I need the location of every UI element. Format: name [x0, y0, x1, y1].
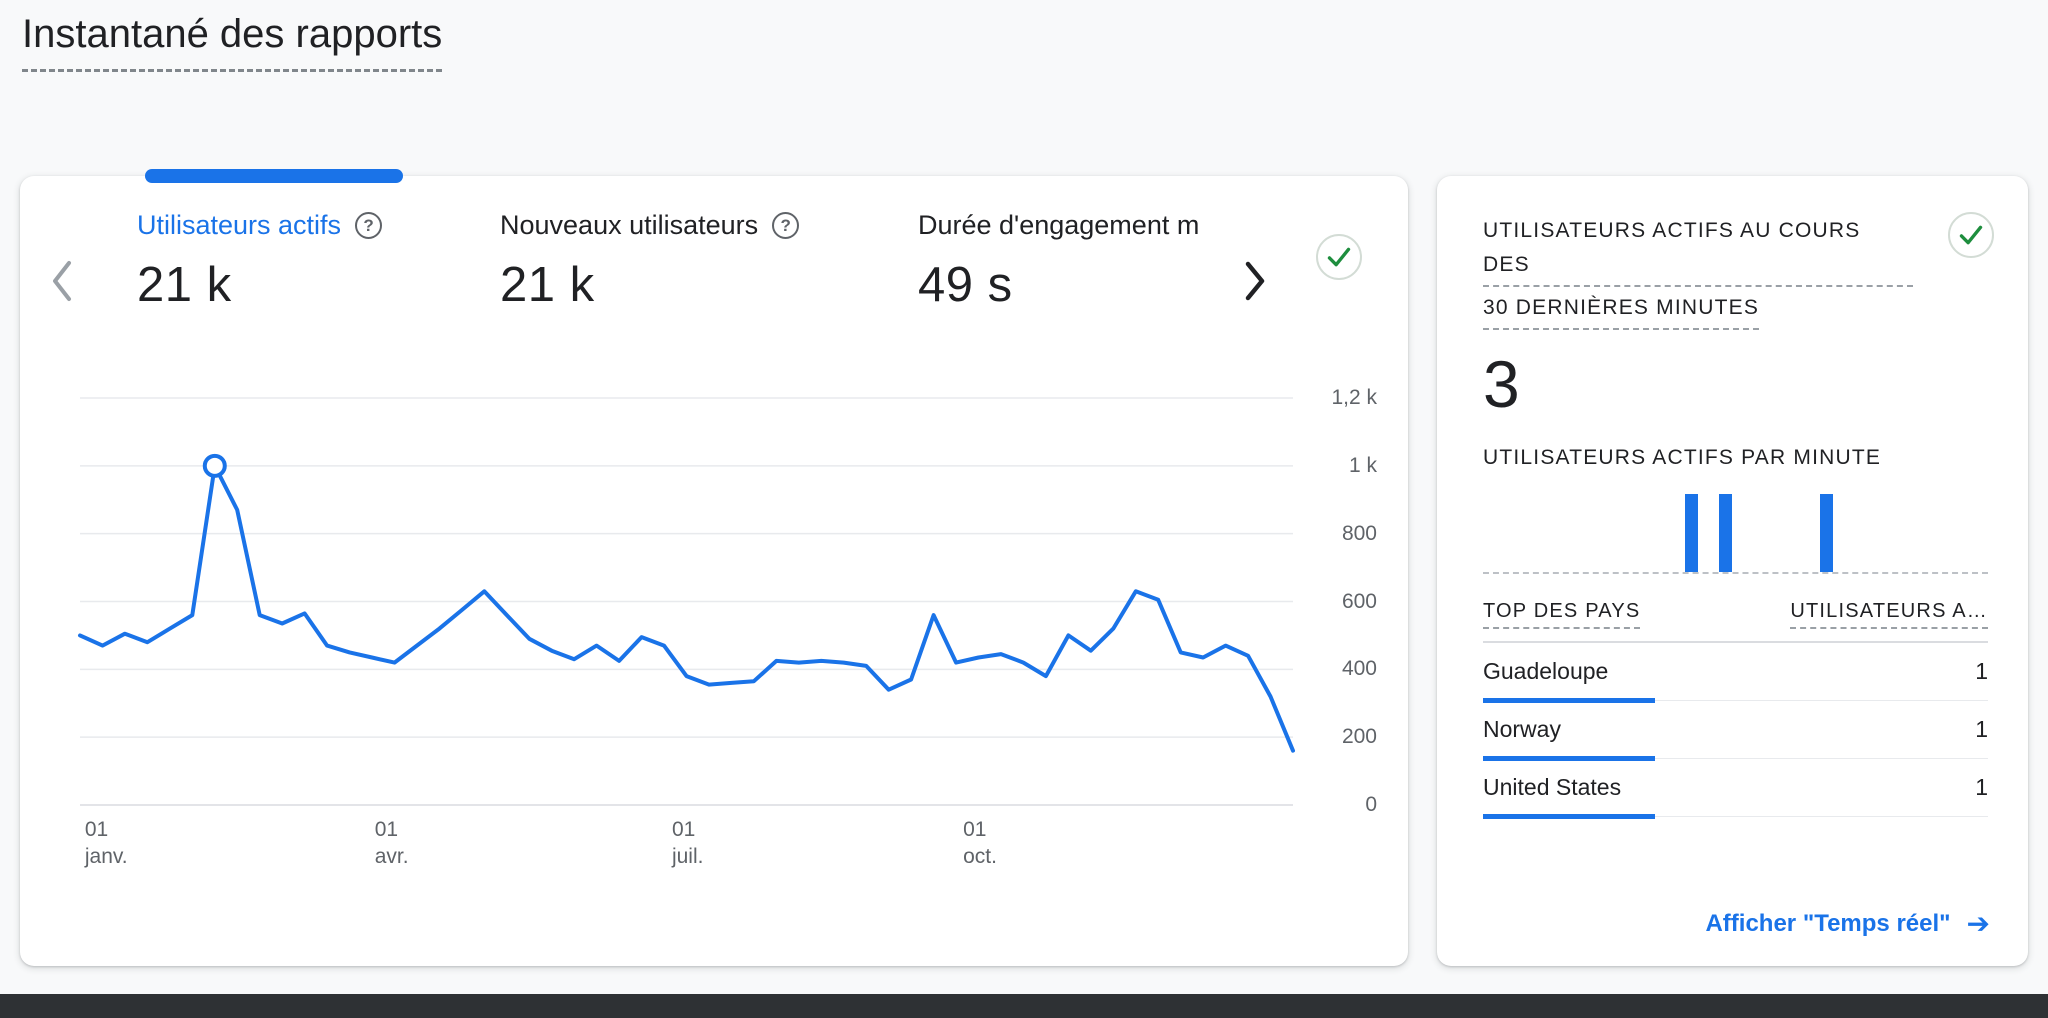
metric-value: 21 k	[137, 257, 382, 313]
country-bar	[1483, 814, 1655, 819]
country-bar	[1483, 698, 1655, 703]
help-icon[interactable]: ?	[772, 212, 799, 239]
country-bar	[1483, 756, 1655, 761]
x-axis-labels: 01 janv. 01 avr. 01 juil. 01 oct.	[80, 816, 1293, 876]
y-axis-label: 0	[1365, 793, 1377, 817]
metric-tab-new-users[interactable]: Nouveaux utilisateurs ? 21 k	[500, 210, 799, 313]
per-minute-bar-chart	[1483, 478, 1988, 574]
per-minute-label: UTILISATEURS ACTIFS PAR MINUTE	[1483, 446, 1988, 470]
carousel-scroll-indicator	[145, 169, 403, 183]
x-axis-label: 01 juil.	[672, 816, 704, 870]
metric-tab-engagement-time[interactable]: Durée d'engagement m 49 s	[918, 210, 1199, 313]
minute-bar	[1820, 494, 1833, 572]
reports-snapshot-card: Utilisateurs actifs ? 21 k Nouveaux util…	[20, 176, 1408, 966]
metric-value: 49 s	[918, 257, 1199, 313]
max-point-marker	[205, 456, 225, 476]
country-value: 1	[1975, 658, 1988, 685]
table-header: TOP DES PAYS UTILISATEURS A…	[1483, 600, 1988, 643]
y-axis-label: 200	[1342, 725, 1377, 749]
realtime-title: UTILISATEURS ACTIFS AU COURS DES 30 DERN…	[1483, 214, 1913, 334]
x-axis-label: 01 avr.	[375, 816, 409, 870]
metric-label: Utilisateurs actifs	[137, 210, 341, 241]
x-axis-label: 01 oct.	[963, 816, 997, 870]
country-name: Guadeloupe	[1483, 658, 1608, 685]
y-axis-labels: 02004006008001 k1,2 k	[1303, 398, 1377, 805]
x-axis-label: 01 janv.	[85, 816, 128, 870]
column-header-country: TOP DES PAYS	[1483, 600, 1640, 629]
chevron-left-icon[interactable]	[48, 258, 76, 309]
help-icon[interactable]: ?	[355, 212, 382, 239]
active-users-count: 3	[1483, 346, 1988, 422]
minute-bar	[1685, 494, 1698, 572]
country-name: United States	[1483, 774, 1621, 801]
column-header-users: UTILISATEURS A…	[1790, 600, 1988, 629]
realtime-card: UTILISATEURS ACTIFS AU COURS DES 30 DERN…	[1437, 176, 2028, 966]
chevron-right-icon[interactable]	[1242, 260, 1268, 307]
data-quality-check-icon[interactable]	[1316, 234, 1362, 280]
metric-label: Durée d'engagement m	[918, 210, 1199, 241]
trend-chart-svg	[80, 398, 1293, 805]
y-axis-label: 1,2 k	[1331, 386, 1377, 410]
bottom-bar	[0, 994, 2048, 1018]
metric-value: 21 k	[500, 257, 799, 313]
minute-bar	[1719, 494, 1732, 572]
table-row[interactable]: United States 1	[1483, 759, 1988, 817]
metric-label: Nouveaux utilisateurs	[500, 210, 758, 241]
y-axis-label: 400	[1342, 657, 1377, 681]
country-value: 1	[1975, 774, 1988, 801]
y-axis-label: 800	[1342, 522, 1377, 546]
y-axis-label: 600	[1342, 590, 1377, 614]
link-label: Afficher "Temps réel"	[1705, 910, 1950, 938]
page-title: Instantané des rapports	[22, 12, 442, 72]
country-value: 1	[1975, 716, 1988, 743]
country-name: Norway	[1483, 716, 1561, 743]
view-realtime-link[interactable]: Afficher "Temps réel" ➔	[1705, 907, 1990, 940]
table-row[interactable]: Guadeloupe 1	[1483, 643, 1988, 701]
metric-tab-active-users[interactable]: Utilisateurs actifs ? 21 k	[137, 210, 382, 313]
active-users-trend-chart[interactable]	[80, 398, 1293, 805]
y-axis-label: 1 k	[1349, 454, 1377, 478]
table-row[interactable]: Norway 1	[1483, 701, 1988, 759]
arrow-right-icon: ➔	[1967, 907, 1990, 940]
trend-line	[80, 466, 1293, 751]
top-countries-table: TOP DES PAYS UTILISATEURS A… Guadeloupe …	[1483, 600, 1988, 817]
